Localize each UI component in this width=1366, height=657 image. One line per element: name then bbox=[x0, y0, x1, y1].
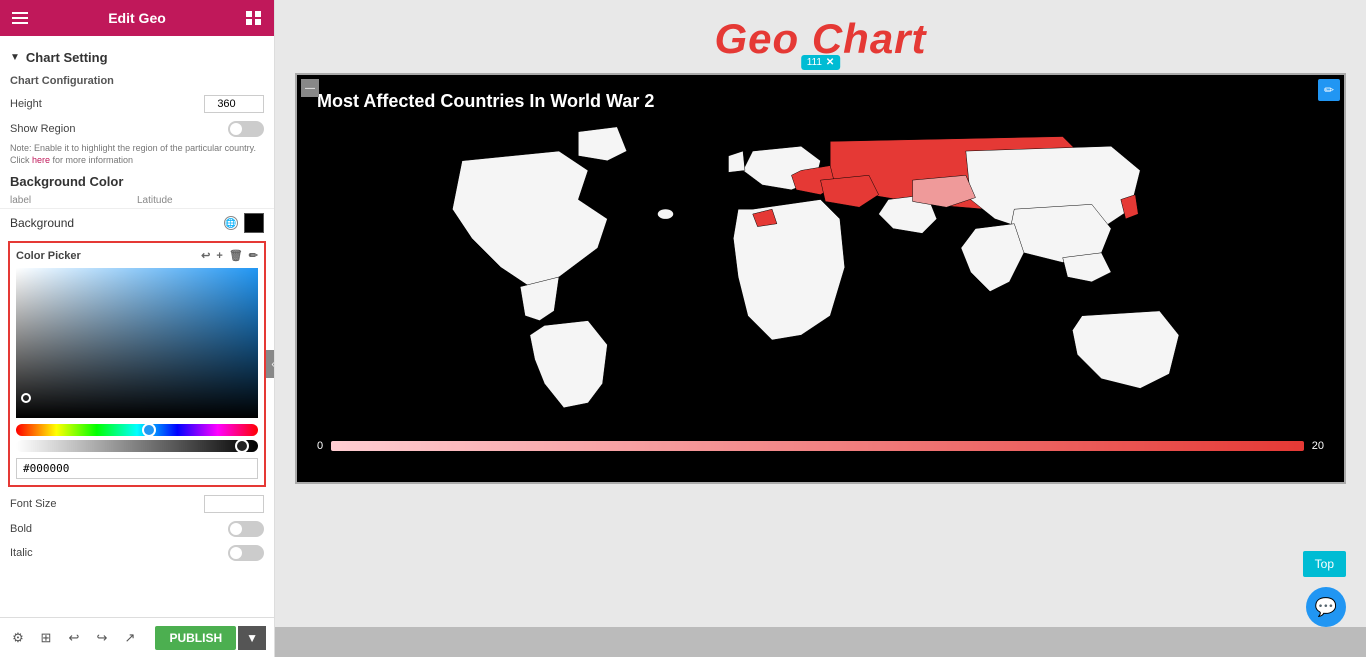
hue-thumb bbox=[142, 423, 156, 437]
height-row: Height bbox=[0, 91, 274, 117]
font-size-row: Font Size bbox=[0, 491, 274, 517]
color-picker-section: Color Picker ↩ + 🗑 ✏ bbox=[8, 241, 266, 487]
col-label: label bbox=[10, 195, 137, 206]
chart-setting-label: Chart Setting bbox=[26, 50, 108, 65]
share-icon[interactable]: ↗ bbox=[120, 628, 140, 648]
bubble-value: 111 bbox=[807, 57, 822, 68]
chart-container: — ✏ Most Affected Countries In World War… bbox=[295, 73, 1346, 484]
chart-setting-section[interactable]: ▼ Chart Setting bbox=[0, 44, 274, 71]
collapse-arrow-icon: ▼ bbox=[10, 52, 20, 63]
sidebar-header: Edit Geo bbox=[0, 0, 274, 36]
col-latitude: Latitude bbox=[137, 195, 264, 206]
italic-toggle[interactable] bbox=[228, 545, 264, 561]
undo-icon[interactable]: ↩ bbox=[201, 249, 210, 262]
settings-icon[interactable]: ⚙ bbox=[8, 628, 28, 648]
opacity-slider[interactable] bbox=[16, 440, 258, 452]
bold-row: Bold bbox=[0, 517, 274, 541]
hue-slider[interactable] bbox=[16, 424, 258, 436]
height-label: Height bbox=[10, 98, 42, 110]
bold-toggle[interactable] bbox=[228, 521, 264, 537]
bold-label: Bold bbox=[10, 523, 32, 535]
picker-dot bbox=[21, 393, 31, 403]
color-picker-actions: ↩ + 🗑 ✏ bbox=[201, 249, 258, 262]
globe-icon[interactable]: 🌐 bbox=[224, 216, 238, 230]
top-button[interactable]: Top bbox=[1303, 551, 1346, 577]
color-gradient[interactable] bbox=[16, 268, 258, 418]
chat-button[interactable]: 💬 bbox=[1306, 587, 1346, 627]
eyedropper-icon[interactable]: ✏ bbox=[249, 249, 258, 262]
background-row: Background 🌐 bbox=[0, 208, 274, 237]
chart-map-title: Most Affected Countries In World War 2 bbox=[317, 91, 1324, 112]
italic-label: Italic bbox=[10, 547, 33, 559]
more-button[interactable]: ▼ bbox=[238, 626, 266, 650]
chart-config-label: Chart Configuration bbox=[0, 71, 274, 91]
grid-icon[interactable] bbox=[246, 11, 262, 25]
sidebar-title: Edit Geo bbox=[108, 10, 166, 26]
hex-input[interactable] bbox=[16, 458, 258, 479]
font-size-label: Font Size bbox=[10, 498, 56, 510]
show-region-label: Show Region bbox=[10, 123, 75, 135]
background-icons: 🌐 bbox=[224, 213, 264, 233]
sidebar: Edit Geo ▼ Chart Setting Chart Configura… bbox=[0, 0, 275, 657]
chart-inner: Most Affected Countries In World War 2 bbox=[297, 75, 1344, 482]
bubble-close-icon[interactable]: ✕ bbox=[826, 57, 834, 68]
table-headers: label Latitude bbox=[0, 193, 274, 208]
scale-bar bbox=[331, 441, 1304, 451]
undo-footer-icon[interactable]: ↩ bbox=[64, 628, 84, 648]
bottom-gray-bar bbox=[275, 627, 1366, 657]
color-scale-bar: 0 20 bbox=[317, 440, 1324, 452]
color-picker-header: Color Picker ↩ + 🗑 ✏ bbox=[16, 249, 258, 262]
minimize-icon[interactable]: — bbox=[301, 79, 319, 97]
sidebar-content: ▼ Chart Setting Chart Configuration Heig… bbox=[0, 36, 274, 617]
collapse-panel-icon[interactable]: ‹ bbox=[266, 350, 274, 378]
color-picker-label: Color Picker bbox=[16, 250, 81, 262]
sidebar-footer: ⚙ ⊞ ↩ ↪ ↗ PUBLISH ▼ bbox=[0, 617, 274, 657]
color-swatch[interactable] bbox=[244, 213, 264, 233]
background-label: Background bbox=[10, 216, 74, 230]
show-region-toggle[interactable] bbox=[228, 121, 264, 137]
note-text: Note: Enable it to highlight the region … bbox=[0, 141, 274, 170]
publish-group: PUBLISH ▼ bbox=[155, 626, 266, 650]
footer-icons: ⚙ ⊞ ↩ ↪ ↗ bbox=[8, 628, 140, 648]
world-map-svg bbox=[317, 122, 1324, 432]
opacity-thumb bbox=[235, 439, 249, 453]
publish-button[interactable]: PUBLISH bbox=[155, 626, 236, 650]
italic-row: Italic bbox=[0, 541, 274, 565]
font-size-input[interactable] bbox=[204, 495, 264, 513]
layers-icon[interactable]: ⊞ bbox=[36, 628, 56, 648]
cyan-bubble: 111 ✕ bbox=[801, 55, 841, 70]
main-content: Geo Chart 111 ✕ — ✏ Most Affected Countr… bbox=[275, 0, 1366, 657]
scale-min: 0 bbox=[317, 440, 323, 452]
edit-pencil-icon[interactable]: ✏ bbox=[1318, 79, 1340, 101]
add-icon[interactable]: + bbox=[216, 250, 222, 262]
height-input[interactable] bbox=[204, 95, 264, 113]
show-region-row: Show Region bbox=[0, 117, 274, 141]
trash-icon[interactable]: 🗑 bbox=[229, 249, 243, 262]
redo-footer-icon[interactable]: ↪ bbox=[92, 628, 112, 648]
hex-input-wrapper bbox=[16, 458, 258, 479]
hamburger-icon[interactable] bbox=[12, 12, 28, 24]
scale-max: 20 bbox=[1312, 440, 1324, 452]
note-link[interactable]: here bbox=[32, 155, 50, 165]
bg-color-label: Background Color bbox=[0, 170, 274, 193]
world-map bbox=[317, 122, 1324, 432]
